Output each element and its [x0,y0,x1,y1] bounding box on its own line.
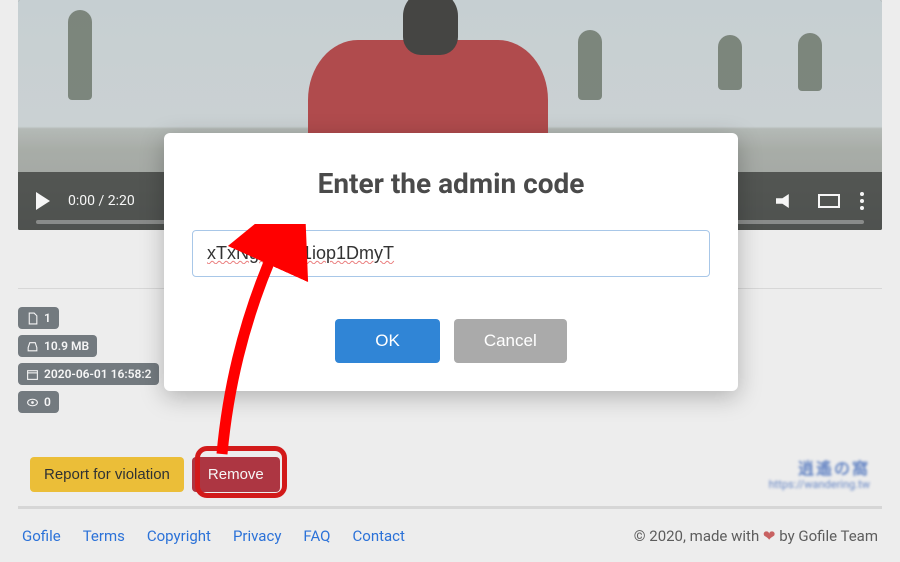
admin-code-modal: Enter the admin code OK Cancel [164,133,738,391]
cancel-button[interactable]: Cancel [454,319,567,363]
modal-title: Enter the admin code [192,167,710,200]
admin-code-input[interactable] [192,230,710,277]
ok-button[interactable]: OK [335,319,440,363]
